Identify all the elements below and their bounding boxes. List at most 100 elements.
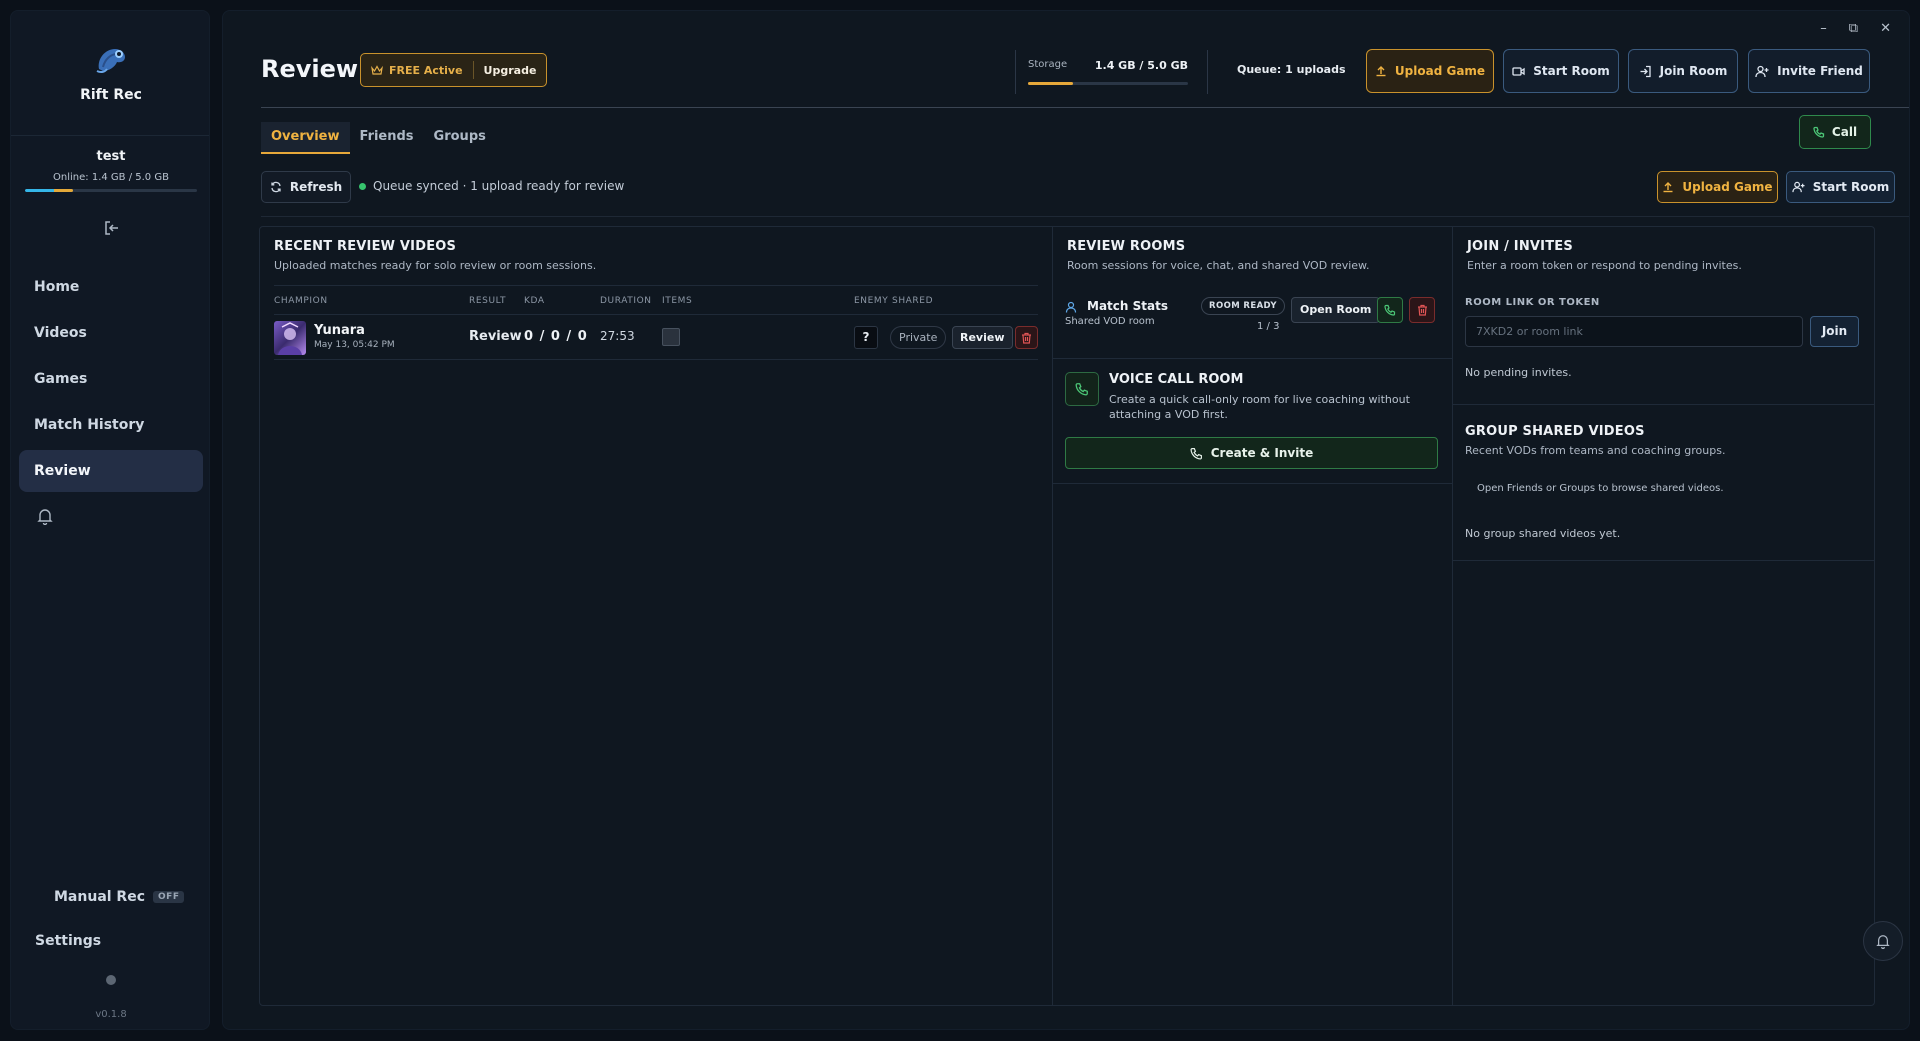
room-participant-count: 1 / 3	[1257, 321, 1280, 332]
recent-videos-panel: RECENT REVIEW VIDEOS Uploaded matches re…	[260, 227, 1053, 1005]
video-camera-icon	[1512, 66, 1525, 76]
item-slot	[662, 328, 680, 346]
user-plus-icon	[1792, 181, 1805, 193]
review-button[interactable]: Review	[952, 326, 1013, 349]
bell-icon	[1876, 935, 1890, 949]
delete-video-button[interactable]	[1015, 326, 1038, 349]
sidebar-item-match-history[interactable]: Match History	[19, 404, 203, 446]
phone-icon	[1384, 304, 1396, 316]
crown-icon	[371, 65, 383, 75]
toolbar: Refresh Queue synced · 1 upload ready fo…	[261, 171, 1895, 207]
user-icon	[1065, 301, 1077, 313]
column-header-result: RESULT	[469, 296, 507, 306]
phone-icon	[1190, 447, 1202, 460]
floating-notifications-button[interactable]	[1863, 921, 1903, 961]
group-shared-title: GROUP SHARED VIDEOS	[1465, 424, 1645, 439]
upgrade-button[interactable]: Upgrade	[474, 64, 547, 77]
toolbar-start-room-label: Start Room	[1812, 180, 1890, 194]
sidebar-item-videos[interactable]: Videos	[19, 312, 203, 354]
table-header: CHAMPION RESULT KDA DURATION ITEMS ENEMY…	[274, 285, 1038, 315]
enemy-champion-unknown: ?	[854, 326, 878, 349]
close-icon[interactable]: ✕	[1880, 21, 1891, 36]
room-subtitle: Shared VOD room	[1065, 316, 1155, 327]
review-rooms-subtitle: Room sessions for voice, chat, and share…	[1067, 259, 1370, 272]
maximize-icon[interactable]: ⧉	[1849, 21, 1858, 36]
sidebar: Rift Rec test Online: 1.4 GB / 5.0 GB Ho…	[10, 10, 210, 1030]
phone-icon	[1075, 383, 1088, 396]
match-date: May 13, 05:42 PM	[314, 340, 395, 350]
manual-rec-toggle[interactable]: Manual Rec OFF	[54, 889, 185, 905]
room-token-input[interactable]	[1465, 316, 1803, 347]
open-room-button[interactable]: Open Room	[1291, 297, 1381, 323]
storage-value: 1.4 GB / 5.0 GB	[1094, 59, 1188, 72]
recent-videos-title: RECENT REVIEW VIDEOS	[274, 239, 457, 254]
sidebar-item-home[interactable]: Home	[19, 266, 203, 308]
upload-game-button[interactable]: Upload Game	[1366, 49, 1494, 93]
plan-status: FREE Active	[361, 64, 473, 77]
group-shared-subtitle: Recent VODs from teams and coaching grou…	[1465, 444, 1726, 457]
tab-overview[interactable]: Overview	[261, 122, 350, 154]
sync-status-dot	[359, 182, 366, 190]
group-shared-header: GROUP SHARED VIDEOS Recent VODs from tea…	[1465, 424, 1725, 457]
plan-label: FREE Active	[389, 63, 463, 77]
upload-game-label: Upload Game	[1394, 64, 1486, 78]
room-token-label: ROOM LINK OR TOKEN	[1465, 297, 1600, 308]
header-divider	[261, 107, 1909, 108]
call-button[interactable]: Call	[1799, 115, 1871, 149]
create-invite-button[interactable]: Create & Invite	[1065, 437, 1438, 469]
room-status-badge: ROOM READY	[1201, 297, 1285, 315]
storage-meter: Storage 1.4 GB / 5.0 GB	[1028, 59, 1188, 85]
table-row[interactable]: Yunara May 13, 05:42 PM Review 0 / 0 / 0…	[274, 315, 1038, 360]
delete-room-button[interactable]	[1409, 297, 1435, 323]
app-version: v0.1.8	[95, 1009, 127, 1020]
notifications-bell-icon[interactable]	[37, 507, 53, 529]
room-name: Match Stats	[1087, 299, 1168, 313]
column-header-champion: CHAMPION	[274, 296, 328, 306]
refresh-icon	[271, 181, 281, 193]
header-separator	[1015, 50, 1016, 94]
storage-bar	[1028, 82, 1188, 85]
room-call-button[interactable]	[1377, 297, 1403, 323]
app-logo: Rift Rec	[11, 41, 211, 103]
voice-call-icon-box	[1065, 372, 1099, 406]
logout-icon[interactable]	[103, 219, 121, 237]
champion-portrait	[274, 321, 306, 355]
window-controls: – ⧉ ✕	[1820, 21, 1891, 36]
sidebar-item-settings[interactable]: Settings	[35, 933, 101, 949]
phone-icon	[1813, 126, 1825, 138]
column-header-enemy: ENEMY	[854, 296, 889, 306]
upload-icon	[1663, 182, 1673, 193]
sidebar-storage-fill	[25, 189, 74, 192]
tab-friends[interactable]: Friends	[350, 122, 424, 154]
refresh-button[interactable]: Refresh	[261, 171, 351, 203]
no-group-videos-text: No group shared videos yet.	[1465, 527, 1621, 540]
toolbar-divider	[261, 216, 1909, 217]
sidebar-item-review[interactable]: Review	[19, 450, 203, 492]
join-invites-subtitle: Enter a room token or respond to pending…	[1467, 259, 1742, 272]
sync-status: Queue synced · 1 upload ready for review	[359, 179, 624, 193]
tab-groups[interactable]: Groups	[424, 122, 496, 154]
toolbar-upload-game-button[interactable]: Upload Game	[1657, 171, 1778, 203]
queue-status: Queue: 1 uploads	[1237, 63, 1346, 76]
sidebar-item-games[interactable]: Games	[19, 358, 203, 400]
manual-rec-label: Manual Rec	[54, 889, 146, 905]
voice-call-room-desc: Create a quick call-only room for live c…	[1109, 393, 1410, 421]
join-button[interactable]: Join	[1810, 316, 1859, 347]
start-room-button[interactable]: Start Room	[1503, 49, 1619, 93]
match-duration: 27:53	[600, 329, 635, 343]
join-invites-title: JOIN / INVITES	[1467, 239, 1573, 254]
shared-visibility-button[interactable]: Private	[890, 326, 947, 349]
manual-rec-state-badge: OFF	[153, 891, 185, 903]
no-invites-text: No pending invites.	[1465, 366, 1572, 379]
online-storage-text: Online: 1.4 GB / 5.0 GB	[53, 172, 169, 183]
toolbar-start-room-button[interactable]: Start Room	[1786, 171, 1895, 203]
minimize-icon[interactable]: –	[1820, 21, 1827, 36]
groups-divider	[1453, 560, 1874, 561]
voice-divider	[1053, 483, 1452, 484]
invites-divider	[1453, 404, 1874, 405]
refresh-label: Refresh	[289, 180, 343, 194]
column-header-items: ITEMS	[662, 296, 693, 306]
invite-friend-button[interactable]: Invite Friend	[1748, 49, 1870, 93]
connection-status-dot	[106, 975, 116, 985]
join-room-button[interactable]: Join Room	[1628, 49, 1738, 93]
